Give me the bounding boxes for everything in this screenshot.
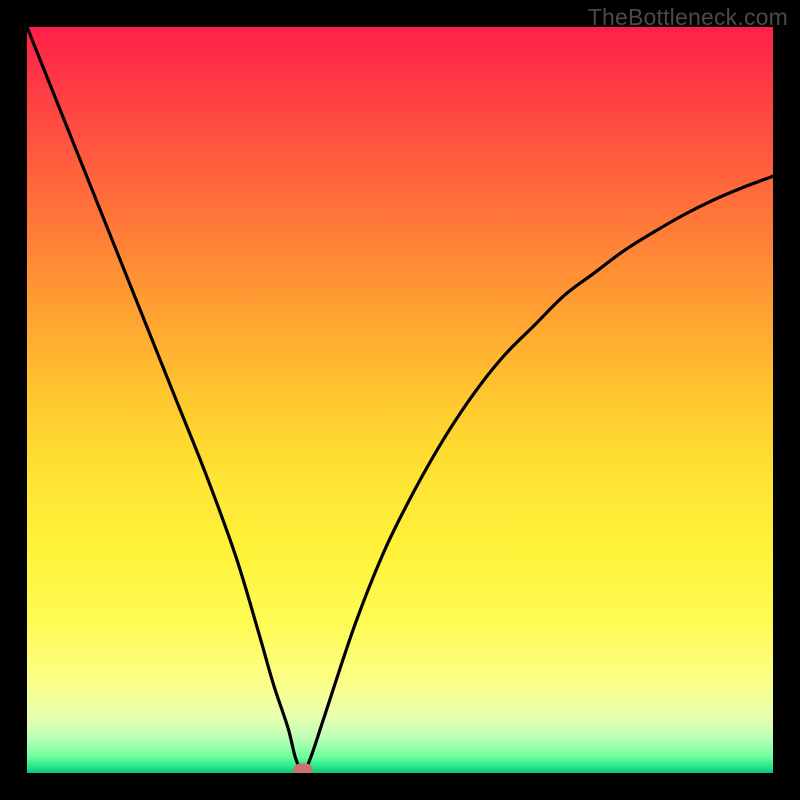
plot-area — [27, 27, 773, 773]
watermark-text: TheBottleneck.com — [588, 4, 788, 31]
bottleneck-curve — [27, 27, 773, 773]
chart-frame: TheBottleneck.com — [0, 0, 800, 800]
optimum-marker — [294, 763, 313, 773]
